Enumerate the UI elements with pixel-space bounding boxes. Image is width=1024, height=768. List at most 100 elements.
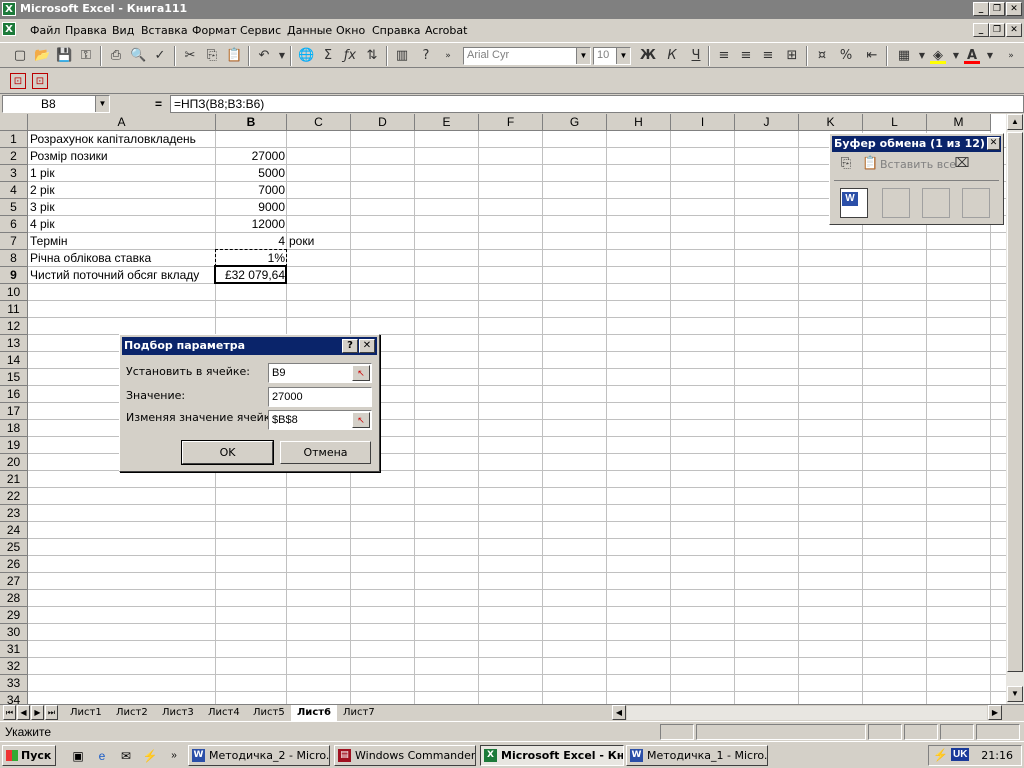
row-header[interactable]: 18: [0, 420, 28, 437]
cell-a9[interactable]: Чистий поточний обсяг вкладу: [28, 267, 216, 284]
close-icon[interactable]: ✕: [359, 339, 375, 353]
ie-icon[interactable]: e: [94, 748, 110, 764]
cell-a3[interactable]: 1 рік: [28, 165, 216, 182]
workbook-icon[interactable]: X: [2, 22, 16, 36]
row-header[interactable]: 26: [0, 556, 28, 573]
bold-icon[interactable]: Ж: [640, 48, 656, 64]
excel-icon[interactable]: X: [2, 2, 16, 16]
row-header[interactable]: 2: [0, 148, 28, 165]
row-header[interactable]: 25: [0, 539, 28, 556]
decrease-indent-icon[interactable]: ⇤: [864, 48, 880, 64]
row-header[interactable]: 33: [0, 675, 28, 692]
cancel-button[interactable]: Отмена: [280, 441, 371, 464]
cell-a4[interactable]: 2 рік: [28, 182, 216, 199]
menu-help[interactable]: Справка: [372, 24, 420, 37]
cell-b3[interactable]: 5000: [216, 165, 287, 182]
task-excel[interactable]: X Microsoft Excel - Кн...: [480, 745, 624, 766]
row-header[interactable]: 20: [0, 454, 28, 471]
hscroll-right-icon[interactable]: ▶: [988, 705, 1002, 720]
row-header[interactable]: 1: [0, 131, 28, 148]
restore-icon[interactable]: ❐: [989, 2, 1005, 16]
cell-b7[interactable]: 4: [216, 233, 287, 250]
column-header[interactable]: E: [415, 114, 479, 131]
toolbar-options-icon[interactable]: »: [440, 48, 456, 64]
quicklaunch-more-icon[interactable]: »: [166, 748, 182, 764]
start-button[interactable]: Пуск: [2, 745, 56, 766]
spelling-icon[interactable]: ✓: [152, 48, 168, 64]
column-header[interactable]: F: [479, 114, 543, 131]
row-header[interactable]: 7: [0, 233, 28, 250]
column-header[interactable]: D: [351, 114, 415, 131]
cell-a7[interactable]: Термін: [28, 233, 216, 250]
align-right-icon[interactable]: ≡: [760, 48, 776, 64]
network-icon[interactable]: ⚡: [933, 748, 948, 762]
show-desktop-icon[interactable]: ▣: [70, 748, 86, 764]
cell-a6[interactable]: 4 рік: [28, 216, 216, 233]
menu-view[interactable]: Вид: [112, 24, 134, 37]
row-header[interactable]: 11: [0, 301, 28, 318]
align-left-icon[interactable]: ≡: [716, 48, 732, 64]
row-header[interactable]: 17: [0, 403, 28, 420]
borders-icon[interactable]: ▦: [896, 48, 912, 64]
range-picker-icon[interactable]: ↖: [352, 365, 370, 381]
pdf-convert-icon[interactable]: ⊡: [10, 73, 26, 89]
row-header[interactable]: 28: [0, 590, 28, 607]
row-header[interactable]: 10: [0, 284, 28, 301]
doc-close-icon[interactable]: ✕: [1006, 23, 1022, 37]
row-header[interactable]: 3: [0, 165, 28, 182]
first-sheet-icon[interactable]: ⏮: [3, 705, 16, 720]
doc-minimize-icon[interactable]: _: [973, 23, 989, 37]
cell-a5[interactable]: 3 рік: [28, 199, 216, 216]
task-windows-commander[interactable]: ▤ Windows Commander ...: [334, 745, 476, 766]
formula-input[interactable]: =НПЗ(B8;B3:B6): [170, 95, 1024, 113]
row-header[interactable]: 5: [0, 199, 28, 216]
horizontal-scrollbar[interactable]: [627, 706, 987, 720]
scroll-thumb[interactable]: [1007, 132, 1023, 672]
align-center-icon[interactable]: ≡: [738, 48, 754, 64]
menu-tools[interactable]: Сервис: [240, 24, 281, 37]
chevron-down-icon[interactable]: ▼: [95, 96, 109, 112]
sheet-tab-3[interactable]: Лист3: [156, 705, 200, 721]
copy-icon[interactable]: ⎘: [204, 48, 220, 64]
value-input[interactable]: 27000: [268, 387, 372, 407]
row-header[interactable]: 13: [0, 335, 28, 352]
autosum-icon[interactable]: Σ: [320, 48, 336, 64]
menu-edit[interactable]: Правка: [65, 24, 107, 37]
scroll-down-icon[interactable]: ▼: [1007, 686, 1023, 702]
row-header[interactable]: 29: [0, 607, 28, 624]
sheet-tab-1[interactable]: Лист1: [64, 705, 108, 721]
ok-button[interactable]: OK: [181, 440, 274, 465]
menu-insert[interactable]: Вставка: [141, 24, 188, 37]
cell-b5[interactable]: 9000: [216, 199, 287, 216]
task-methodichka1[interactable]: W Методичка_1 - Micro...: [626, 745, 768, 766]
cell-a1[interactable]: Розрахунок капіталовкладень: [28, 131, 216, 148]
row-header[interactable]: 4: [0, 182, 28, 199]
cell-b2[interactable]: 27000: [216, 148, 287, 165]
scroll-up-icon[interactable]: ▲: [1007, 114, 1023, 130]
paste-all-button[interactable]: Вставить все: [880, 158, 956, 171]
close-icon[interactable]: ✕: [1006, 2, 1022, 16]
row-header[interactable]: 12: [0, 318, 28, 335]
row-header[interactable]: 14: [0, 352, 28, 369]
hscroll-left-icon[interactable]: ◀: [612, 705, 626, 720]
row-header[interactable]: 6: [0, 216, 28, 233]
fill-color-icon[interactable]: ◈: [930, 48, 946, 64]
chevron-down-icon[interactable]: ▼: [616, 48, 630, 64]
sheet-tab-4[interactable]: Лист4: [202, 705, 246, 721]
quicklaunch-icon[interactable]: ⚡: [142, 748, 158, 764]
column-header[interactable]: H: [607, 114, 671, 131]
row-header[interactable]: 15: [0, 369, 28, 386]
column-header[interactable]: A: [28, 114, 216, 131]
font-name-combo[interactable]: Arial Cyr ▼: [463, 47, 591, 65]
changing-cell-input[interactable]: $B$8 ↖: [268, 410, 372, 430]
minimize-icon[interactable]: _: [973, 2, 989, 16]
help-icon[interactable]: ?: [342, 339, 358, 353]
help-icon[interactable]: ?: [418, 48, 434, 64]
menu-acrobat[interactable]: Acrobat: [425, 24, 467, 37]
row-header[interactable]: 24: [0, 522, 28, 539]
task-methodichka2[interactable]: W Методичка_2 - Micro...: [188, 745, 330, 766]
row-header[interactable]: 27: [0, 573, 28, 590]
sheet-tab-2[interactable]: Лист2: [110, 705, 154, 721]
undo-icon[interactable]: ↶: [256, 48, 272, 64]
paste-icon[interactable]: 📋: [226, 48, 242, 64]
